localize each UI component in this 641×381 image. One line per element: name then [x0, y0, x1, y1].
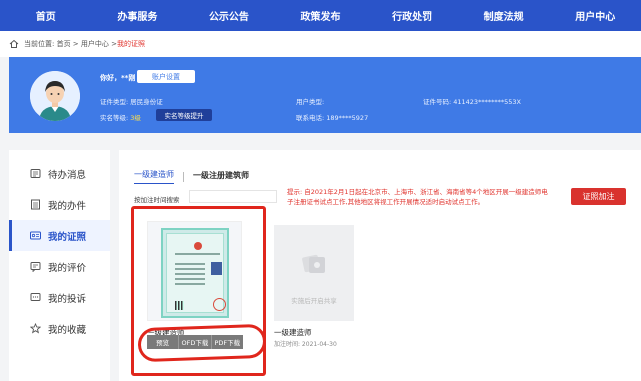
nav-services[interactable]: 办事服务	[92, 0, 184, 31]
certificate-thumbnail-placeholder[interactable]: 实施后开启共享	[274, 225, 354, 321]
profile-banner: 你好，**刚 账户设置 证件类型: 居民身份证 实名等级: 3级 实名等级提升 …	[9, 57, 641, 133]
verify-label: 实名等级:	[100, 114, 131, 122]
document-icon	[31, 199, 40, 210]
nav-policy[interactable]: 政策发布	[275, 0, 367, 31]
certificate-actions: 预览 OFD下载 PDF下载	[147, 335, 243, 349]
message-icon	[30, 169, 41, 178]
nav-announcements[interactable]: 公示公告	[183, 0, 275, 31]
nav-penalty[interactable]: 行政处罚	[366, 0, 458, 31]
sidebar-item-my-cases[interactable]: 我的办件	[9, 189, 110, 220]
search-label: 按加注时间搜索	[134, 196, 180, 204]
star-icon	[30, 323, 41, 334]
sidebar-item-label: 我的证照	[48, 231, 87, 243]
sidebar-item-messages[interactable]: 待办消息	[9, 158, 110, 189]
annotation-time: 加注时间: 2021-04-30	[274, 341, 337, 348]
breadcrumb-current: 我的证照	[117, 40, 145, 48]
sidebar-item-label: 我的办件	[48, 200, 87, 212]
user-avatar-icon	[30, 71, 80, 121]
seal-icon	[213, 298, 226, 311]
tab-constructor-level1[interactable]: 一级建造师	[134, 169, 174, 184]
breadcrumb: 当前位置: 首页 > 用户中心 > 我的证照	[0, 31, 641, 57]
pending-label: 实施后开启共享	[291, 297, 337, 305]
verify-level: 实名等级: 3级	[100, 112, 141, 122]
sidebar-item-label: 待办消息	[48, 169, 87, 181]
breadcrumb-path[interactable]: 当前位置: 首页 > 用户中心 >	[24, 39, 117, 49]
certificates-panel: 一级建造师 一级注册建筑师 按加注时间搜索 提示: 自2021年2月1日起在北京…	[119, 150, 641, 381]
home-icon	[9, 39, 19, 48]
notice-text: 提示: 自2021年2月1日起在北京市、上海市、浙江省、海南省等4个地区开展一级…	[287, 188, 548, 206]
nav-regulations[interactable]: 制度法规	[458, 0, 550, 31]
pdf-download-button[interactable]: PDF下载	[212, 335, 243, 349]
nav-user-center[interactable]: 用户中心	[549, 0, 641, 31]
top-nav: 首页 办事服务 公示公告 政策发布 行政处罚 制度法规 用户中心	[0, 0, 641, 31]
sidebar-item-label: 我的收藏	[48, 324, 87, 336]
id-card-icon	[30, 231, 41, 240]
qr-code-icon	[175, 301, 184, 310]
nav-home[interactable]: 首页	[0, 0, 92, 31]
preview-button[interactable]: 预览	[147, 335, 180, 349]
account-settings-button[interactable]: 账户设置	[137, 70, 195, 83]
sidebar-item-label: 我的评价	[48, 262, 87, 274]
sidebar-item-my-reviews[interactable]: 我的评价	[9, 251, 110, 282]
photo-icon	[211, 262, 222, 275]
image-placeholder-icon	[302, 254, 325, 273]
phone: 联系电话: 189****5927	[296, 114, 369, 122]
sidebar-item-my-favorites[interactable]: 我的收藏	[9, 313, 110, 344]
search-date-input[interactable]	[189, 190, 277, 203]
greeting: 你好，**刚	[100, 74, 136, 82]
sidebar: 待办消息 我的办件 我的证照 我的评价 我的投诉 我的收藏	[9, 150, 110, 381]
comment-icon	[30, 262, 41, 272]
certificate-thumbnail[interactable]	[147, 221, 242, 321]
emblem-icon	[194, 242, 202, 250]
certificate-title: 一级建造师	[274, 328, 312, 337]
sidebar-item-my-complaints[interactable]: 我的投诉	[9, 282, 110, 313]
complaint-icon	[30, 293, 41, 301]
tab-architect-level1[interactable]: 一级注册建筑师	[193, 170, 249, 184]
cert-type: 证件类型: 居民身份证	[100, 98, 163, 106]
ofd-download-button[interactable]: OFD下载	[179, 335, 212, 349]
verify-level-value: 3级	[130, 114, 141, 122]
certificate-image	[161, 228, 229, 318]
sidebar-item-label: 我的投诉	[48, 293, 87, 305]
cert-tabs: 一级建造师 一级注册建筑师	[134, 169, 249, 184]
avatar	[30, 71, 80, 121]
id-number: 证件号码: 411423********553X	[423, 98, 521, 106]
tab-divider	[183, 171, 184, 182]
user-type: 用户类型:	[296, 98, 325, 106]
sidebar-item-my-certificates[interactable]: 我的证照	[9, 220, 110, 251]
cert-add-button[interactable]: 证照加注	[571, 188, 626, 205]
upgrade-verify-button[interactable]: 实名等级提升	[156, 109, 212, 121]
